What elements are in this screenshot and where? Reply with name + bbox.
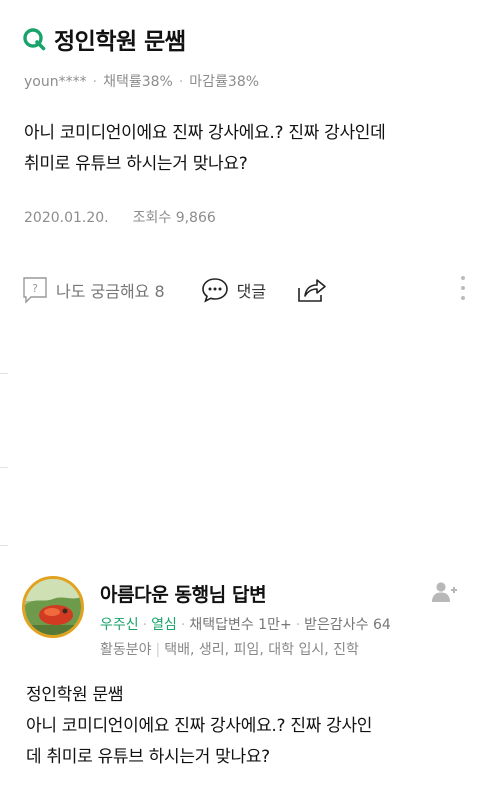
author-name[interactable]: youn****: [24, 74, 87, 90]
adopted-count: 채택답변수 1만+: [189, 617, 292, 633]
comment-button[interactable]: 댓글: [201, 276, 266, 304]
question-title: 정인학원 문쌤: [54, 29, 186, 55]
share-icon: [298, 279, 326, 302]
badge-level: 우주신: [100, 617, 139, 633]
answer-body: 정인학원 문쌤 아니 코미디언이에요 진짜 강사에요.? 진짜 강사인 데 취미…: [26, 680, 466, 773]
answerer-fields: 활동분야 | 택배, 생리, 피임, 대학 입시, 진학: [100, 642, 359, 658]
speech-bubble-icon: [201, 278, 228, 303]
question-line: 아니 코미디언이에요 진짜 강사에요.? 진짜 강사인데: [24, 123, 386, 143]
question-meta: youn**** · 채택률38% · 마감률38%: [24, 74, 260, 90]
adopt-rate: 채택률38%: [103, 74, 173, 90]
avatar[interactable]: [22, 576, 84, 638]
answer-line: 아니 코미디언이에요 진짜 강사에요.? 진짜 강사인: [26, 716, 373, 736]
add-user-icon[interactable]: [430, 581, 458, 603]
answer-line: 정인학원 문쌤: [26, 685, 124, 705]
divider: [0, 373, 8, 374]
answer-line: 데 취미로 유튜브 하시는거 맞나요?: [26, 747, 270, 767]
answerer-stats: 우주신 · 열심 · 채택답변수 1만+ · 받은감사수 64: [100, 617, 391, 633]
more-vertical-icon[interactable]: [460, 276, 466, 304]
field-label: 활동분야: [100, 642, 152, 658]
question-box-icon: ?: [23, 277, 47, 304]
close-rate: 마감률38%: [189, 74, 260, 90]
view-count: 조회수 9,866: [132, 210, 216, 226]
divider: [0, 545, 8, 546]
q-logo-icon: [23, 28, 46, 51]
curious-label: 나도 궁금해요 8: [56, 282, 165, 301]
svg-text:?: ?: [32, 282, 38, 295]
question-body: 아니 코미디언이에요 진짜 강사에요.? 진짜 강사인데 취미로 유튜브 하시는…: [24, 118, 464, 180]
thanks-count: 받은감사수 64: [304, 617, 391, 633]
curious-button[interactable]: ? 나도 궁금해요 8: [22, 276, 165, 304]
action-bar: ? 나도 궁금해요 8 댓글: [22, 272, 466, 308]
question-header: 정인학원 문쌤: [22, 22, 186, 56]
comment-label: 댓글: [236, 282, 267, 301]
field-list: 택배, 생리, 피임, 대학 입시, 진학: [164, 642, 359, 658]
question-date: 2020.01.20.: [24, 210, 109, 226]
divider: [0, 467, 8, 468]
question-dateline: 2020.01.20. 조회수 9,866: [24, 207, 216, 227]
answerer-name[interactable]: 아름다운 동행님 답변: [100, 580, 267, 607]
share-button[interactable]: [296, 276, 328, 304]
question-line: 취미로 유튜브 하시는거 맞나요?: [24, 154, 248, 174]
badge-activity: 열심: [151, 617, 177, 633]
